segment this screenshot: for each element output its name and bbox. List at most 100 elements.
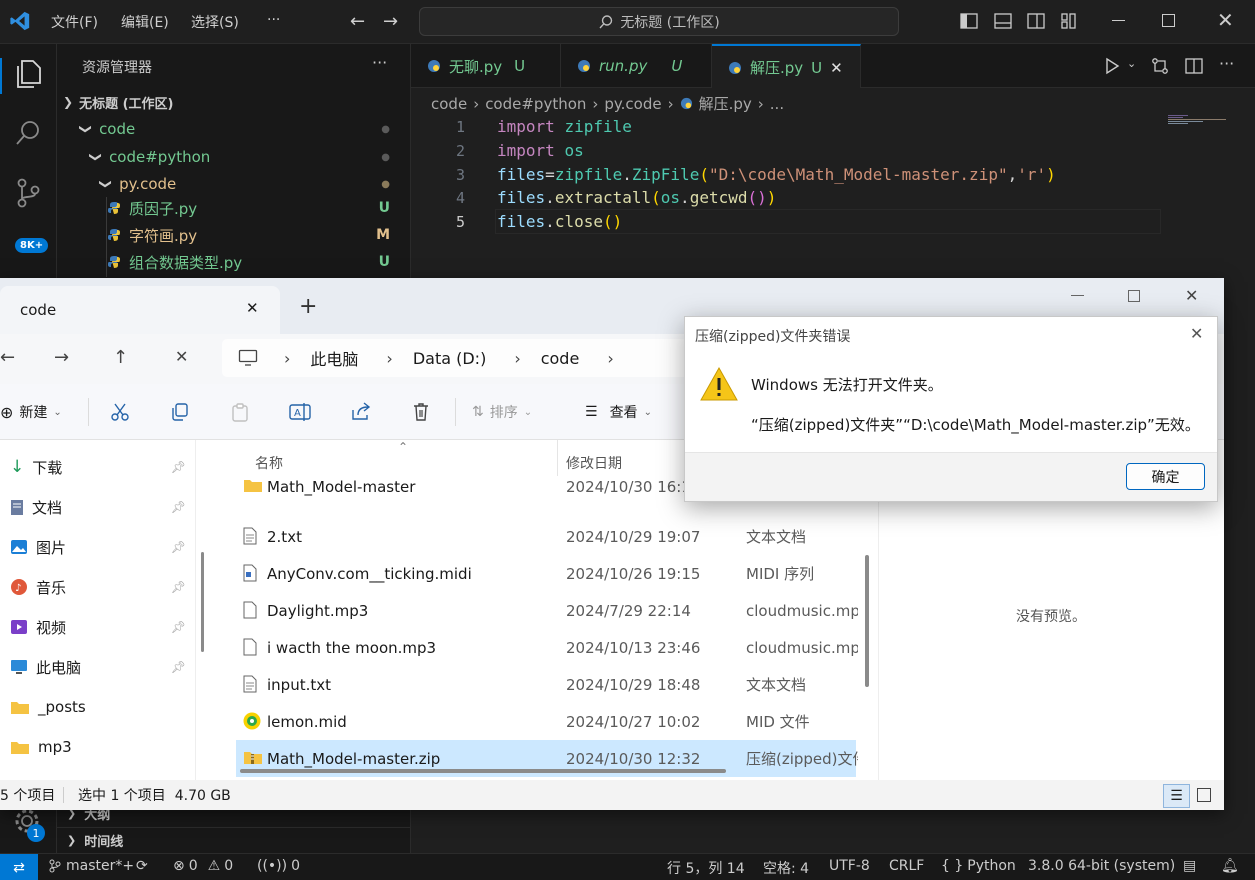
explorer-icon[interactable]	[13, 58, 43, 90]
tab-run[interactable]: run.py U	[561, 44, 712, 88]
tab-jieya-active[interactable]: 解压.py U ✕	[712, 44, 861, 89]
workspace-header[interactable]: ❯ 无标题 (工作区)	[57, 89, 410, 115]
address-segment[interactable]: Data (D:)	[413, 349, 486, 368]
menu-selection[interactable]: 选择(S)	[191, 12, 239, 32]
bell-icon[interactable]: 🔔︎	[1221, 858, 1239, 874]
address-bar[interactable]: › 此电脑 › Data (D:) › code ›	[222, 339, 722, 377]
customize-layout-icon[interactable]	[1060, 12, 1078, 30]
column-header-name[interactable]: 名称	[255, 453, 283, 473]
back-arrow-icon[interactable]: ←	[0, 347, 15, 368]
tree-file[interactable]: 字符画.py M	[57, 222, 410, 248]
source-control-icon[interactable]	[14, 178, 42, 208]
pin-icon[interactable]: 📌︎	[171, 660, 186, 674]
timeline-section[interactable]: ❯ 时间线	[57, 827, 410, 853]
maximize-icon[interactable]	[1162, 14, 1175, 27]
language-mode[interactable]: { } Python	[941, 858, 1016, 874]
toggle-panel-icon[interactable]	[994, 12, 1012, 30]
editor-more-icon[interactable]: ···	[1219, 54, 1234, 73]
column-header-date[interactable]: 修改日期	[566, 453, 622, 473]
ports-indicator[interactable]: ((•)) 0	[257, 858, 300, 874]
nav-item-posts[interactable]: _posts	[10, 687, 190, 727]
search-sidebar-icon[interactable]	[13, 118, 43, 148]
pin-icon[interactable]: 📌︎	[171, 500, 186, 514]
explorer-tab[interactable]: code ✕	[0, 286, 280, 334]
new-tab-icon[interactable]: +	[299, 294, 317, 319]
git-branch[interactable]: master*+	[48, 858, 134, 874]
sync-icon[interactable]: ⟳	[136, 858, 148, 874]
toggle-secondary-sidebar-icon[interactable]	[1027, 12, 1045, 30]
indentation[interactable]: 空格: 4	[763, 858, 809, 878]
toggle-sidebar-icon[interactable]	[960, 12, 978, 30]
python-interpreter[interactable]: 3.8.0 64-bit (system)	[1028, 858, 1175, 874]
tree-file[interactable]: 组合数据类型.py U	[57, 249, 410, 275]
file-row[interactable]: AnyConv.com__ticking.midi 2024/10/26 19:1…	[236, 555, 856, 592]
nav-item-this-pc[interactable]: 此电脑 📌︎	[10, 647, 190, 687]
tab-close-icon[interactable]: ✕	[830, 59, 843, 77]
problems-indicator[interactable]: ⊗ 0 ⚠ 0	[173, 858, 233, 874]
pin-icon[interactable]: 📌︎	[171, 460, 186, 474]
tree-folder-py-code[interactable]: ❯ py.code ●	[57, 171, 410, 197]
file-row[interactable]: i wacth the moon.mp3 2024/10/13 23:46 clou…	[236, 629, 858, 666]
paste-icon[interactable]	[230, 384, 250, 440]
chevron-down-icon[interactable]: ⌄	[1127, 57, 1136, 70]
breadcrumb-item[interactable]: 解压.py	[699, 93, 752, 114]
view-button[interactable]: ☰ 查看 ⌄	[585, 384, 652, 440]
new-button[interactable]: ⊕ 新建 ⌄	[0, 384, 62, 440]
cut-icon[interactable]	[110, 384, 130, 440]
pin-icon[interactable]: 📌︎	[171, 580, 186, 594]
file-row[interactable]: 2.txt 2024/10/29 19:07 文本文档	[236, 518, 856, 555]
dialog-close-icon[interactable]: ✕	[1190, 324, 1203, 343]
pin-icon[interactable]: 📌︎	[171, 540, 186, 554]
file-row[interactable]: Daylight.mp3 2024/7/29 22:14 cloudmusic.mp	[236, 592, 858, 629]
breadcrumb-item[interactable]: ...	[770, 95, 784, 113]
line-endings[interactable]: CRLF	[889, 858, 924, 874]
share-icon[interactable]	[350, 384, 372, 440]
back-arrow-icon[interactable]: ←	[350, 11, 365, 32]
tab-close-icon[interactable]: ✕	[246, 299, 259, 317]
breadcrumb-item[interactable]: code	[431, 95, 467, 113]
menu-edit[interactable]: 编辑(E)	[121, 12, 169, 32]
feedback-icon[interactable]: ▤	[1183, 858, 1196, 874]
copy-icon[interactable]	[170, 384, 190, 440]
close-window-icon[interactable]: ✕	[1185, 286, 1198, 305]
nav-scrollbar[interactable]	[201, 552, 204, 652]
sort-button[interactable]: ⇅ 排序 ⌄	[472, 384, 532, 440]
tab-wuliao[interactable]: 无聊.py U	[411, 44, 561, 88]
tree-file[interactable]: 质因子.py U	[57, 195, 410, 221]
cursor-position[interactable]: 行 5，列 14	[667, 858, 745, 878]
command-center-search[interactable]: 无标题 (工作区)	[419, 7, 899, 36]
delete-icon[interactable]	[411, 384, 431, 440]
split-editor-icon[interactable]	[1185, 57, 1203, 75]
menu-file[interactable]: 文件(F)	[51, 12, 98, 32]
nav-item-music[interactable]: ♪ 音乐 📌︎	[10, 567, 190, 607]
nav-item-pictures[interactable]: 图片 📌︎	[10, 527, 190, 567]
nav-item-mp3[interactable]: mp3	[10, 727, 190, 767]
vertical-scrollbar[interactable]	[865, 555, 869, 687]
remote-indicator-icon[interactable]: ⇄	[0, 854, 38, 880]
menu-more[interactable]: ···	[267, 12, 280, 28]
details-view-icon[interactable]: ☰	[1163, 784, 1190, 808]
encoding[interactable]: UTF-8	[829, 858, 870, 874]
up-arrow-icon[interactable]: ↑	[113, 347, 128, 368]
tiles-view-icon[interactable]	[1197, 788, 1211, 802]
tree-folder-code[interactable]: ❯ code ●	[57, 116, 410, 142]
nav-item-downloads[interactable]: ↓ 下载 📌︎	[10, 447, 190, 487]
minimize-icon[interactable]	[1112, 20, 1125, 21]
nav-item-videos[interactable]: 视频 📌︎	[10, 607, 190, 647]
breadcrumb-item[interactable]: code#python	[485, 95, 586, 113]
maximize-icon[interactable]	[1128, 290, 1140, 302]
forward-arrow-icon[interactable]: →	[383, 11, 398, 32]
pin-icon[interactable]: 📌︎	[171, 620, 186, 634]
file-row[interactable]: lemon.mid 2024/10/27 10:02 MID 文件	[236, 703, 856, 740]
compare-changes-icon[interactable]	[1151, 57, 1169, 75]
stop-refresh-icon[interactable]: ✕	[175, 347, 188, 366]
forward-arrow-icon[interactable]: →	[54, 347, 69, 368]
rename-icon[interactable]: A	[289, 384, 311, 440]
ok-button[interactable]: 确定	[1126, 463, 1205, 490]
close-window-icon[interactable]: ✕	[1217, 8, 1234, 32]
minimap[interactable]	[1168, 115, 1228, 125]
address-segment[interactable]: 此电脑	[310, 346, 358, 370]
file-row[interactable]: input.txt 2024/10/29 18:48 文本文档	[236, 666, 856, 703]
sidebar-more-button[interactable]: ···	[372, 53, 387, 72]
run-python-icon[interactable]	[1103, 57, 1121, 75]
